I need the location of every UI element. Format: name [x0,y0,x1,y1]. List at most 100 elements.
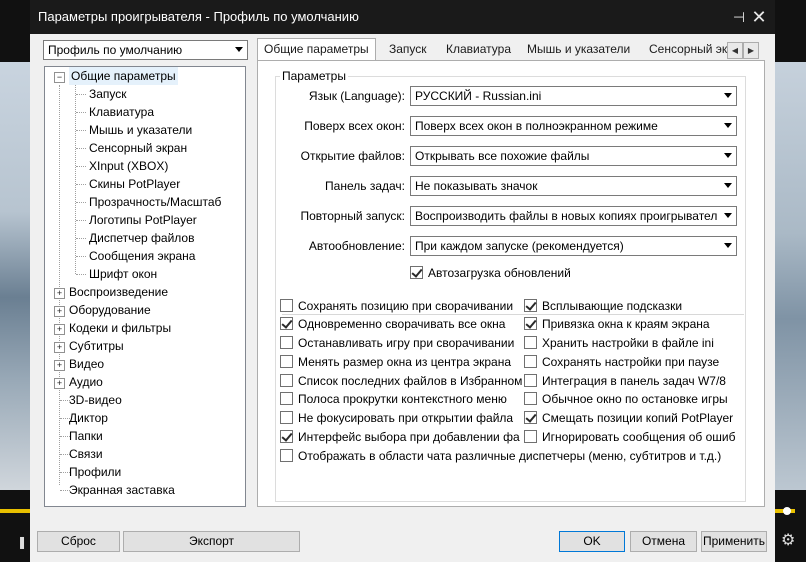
checkbox-label: Хранить настройки в файле ini [542,336,714,350]
option-checkbox[interactable]: Полоса прокрутки контекстного меню [280,391,507,407]
settings-tree[interactable]: − Общие параметры Запуск Клавиатура Мышь… [44,66,246,507]
auto-download-updates-checkbox[interactable]: Автозагрузка обновлений [410,265,571,281]
option-checkbox[interactable]: Смещать позиции копий PotPlayer [524,410,733,426]
option-checkbox[interactable]: Менять размер окна из центра экрана [280,354,511,370]
profile-select[interactable]: Профиль по умолчанию [43,40,248,60]
seek-bar-left[interactable] [0,509,30,513]
tree-item-video[interactable]: Видео [69,355,104,373]
option-checkbox[interactable]: Всплывающие подсказки [524,298,682,314]
autoupdate-select[interactable]: При каждом запуске (рекомендуется) [410,236,737,256]
option-checkbox[interactable]: Список последних файлов в Избранном [280,373,522,389]
tree-item-narrator[interactable]: Диктор [69,409,108,427]
tab-general[interactable]: Общие параметры [257,38,376,62]
tree-item-3d-video[interactable]: 3D-видео [69,391,122,409]
checkbox-label: Всплывающие подсказки [542,299,683,313]
tab-mouse[interactable]: Мышь и указатели [521,39,636,60]
file-open-select[interactable]: Открывать все похожие файлы [410,146,737,166]
checkbox-label: Список последних файлов в Избранном [298,374,523,388]
tree-item-osd-messages[interactable]: Сообщения экрана [89,247,195,265]
relaunch-label: Повторный запуск: [300,209,405,223]
ontop-select[interactable]: Поверх всех окон в полноэкранном режиме [410,116,737,136]
tree-item-general[interactable]: Общие параметры [69,67,178,85]
reset-button[interactable]: Сброс [37,531,120,552]
checkbox-box [280,430,293,443]
option-checkbox[interactable]: Игнорировать сообщения об ошиб [524,429,746,445]
tree-item-folders[interactable]: Папки [69,427,103,445]
option-checkbox[interactable]: Обычное окно по остановке игры [524,391,728,407]
option-checkbox[interactable]: Останавливать игру при сворачивании [280,335,514,351]
tree-item-window-font[interactable]: Шрифт окон [89,265,157,283]
tree-item-subtitles[interactable]: Субтитры [69,337,124,355]
tab-scroll-right-icon[interactable]: ▶ [743,42,759,59]
gear-icon[interactable]: ⚙ [781,530,795,550]
tree-item-transparency[interactable]: Прозрачность/Масштаб [89,193,221,211]
chevron-down-icon [724,123,732,128]
player-background-left: ❚❚ [0,0,37,562]
tree-item-mouse[interactable]: Мышь и указатели [89,121,192,139]
tab-scroll-left-icon[interactable]: ◀ [727,42,743,59]
tree-item-logos[interactable]: Логотипы PotPlayer [89,211,197,229]
expand-icon[interactable]: + [54,378,65,389]
expand-icon[interactable]: + [54,306,65,317]
expand-icon[interactable]: + [54,324,65,335]
tree-item-startup[interactable]: Запуск [89,85,127,103]
checkbox-box [524,355,537,368]
tree-item-screensaver[interactable]: Экранная заставка [69,481,175,499]
option-checkbox[interactable]: Сохранять настройки при паузе [524,354,719,370]
tree-item-codecs[interactable]: Кодеки и фильтры [69,319,171,337]
tree-item-profiles[interactable]: Профили [69,463,121,481]
tree-line [75,85,76,274]
seek-knob-icon[interactable] [783,507,791,515]
close-icon[interactable]: ✕ [748,6,770,28]
chevron-down-icon [724,93,732,98]
option-checkbox[interactable]: Привязка окна к краям экрана [524,316,710,332]
tree-item-xinput[interactable]: XInput (XBOX) [89,157,168,175]
taskbar-select[interactable]: Не показывать значок [410,176,737,196]
option-checkbox[interactable]: Хранить настройки в файле ini [524,335,714,351]
checkbox-box [410,266,423,279]
relaunch-select[interactable]: Воспроизводить файлы в новых копиях прои… [410,206,737,226]
expand-icon[interactable]: + [54,360,65,371]
tab-startup[interactable]: Запуск [383,39,433,60]
checkbox-label: Не фокусировать при открытии файла [298,411,514,425]
taskbar-select-value: Не показывать значок [415,179,538,193]
checkbox-label: Игнорировать сообщения об ошиб [542,430,736,444]
option-checkbox[interactable]: Интеграция в панель задач W7/8 [524,373,726,389]
tab-keyboard[interactable]: Клавиатура [440,39,517,60]
checkbox-label: Менять размер окна из центра экрана [298,355,511,369]
checkbox-box [524,430,537,443]
ok-button[interactable]: OK [559,531,625,552]
tab-touch[interactable]: Сенсорный эк [643,39,727,60]
tree-item-file-manager[interactable]: Диспетчер файлов [89,229,194,247]
tree-item-keyboard[interactable]: Клавиатура [89,103,154,121]
option-checkbox[interactable]: Одновременно сворачивать все окна [280,316,505,332]
checkbox-label: Одновременно сворачивать все окна [298,317,506,331]
cancel-button[interactable]: Отмена [630,531,697,552]
tree-item-playback[interactable]: Воспроизведение [69,283,168,301]
pin-icon[interactable]: ⊣ [728,6,750,28]
option-checkbox[interactable]: Интерфейс выбора при добавлении фай [280,429,520,445]
chevron-down-icon [724,213,732,218]
tree-item-skins[interactable]: Скины PotPlayer [89,175,180,193]
apply-button[interactable]: Применить [701,531,767,552]
language-select[interactable]: РУССКИЙ - Russian.ini [410,86,737,106]
tab-page-general: Параметры Язык (Language): РУССКИЙ - Rus… [257,60,765,507]
expand-icon[interactable]: + [54,342,65,353]
tree-line [76,166,86,167]
export-button[interactable]: Экспорт [123,531,300,552]
expand-icon[interactable]: + [54,288,65,299]
tree-item-hardware[interactable]: Оборудование [69,301,151,319]
tree-item-audio[interactable]: Аудио [69,373,103,391]
collapse-icon[interactable]: − [54,72,65,83]
option-checkbox[interactable]: Не фокусировать при открытии файла [280,410,513,426]
autoupdate-select-value: При каждом запуске (рекомендуется) [415,239,624,253]
option-checkbox[interactable]: Сохранять позицию при сворачивании [280,298,513,314]
tree-item-touch[interactable]: Сенсорный экран [89,139,187,157]
tree-line [76,130,86,131]
file-open-select-value: Открывать все похожие файлы [415,149,590,163]
tree-item-associations[interactable]: Связи [69,445,103,463]
checkbox-box [280,392,293,405]
tree-line [76,220,86,221]
option-checkbox[interactable]: Отображать в области чата различные дисп… [280,448,721,464]
taskbar-label: Панель задач: [325,179,405,193]
